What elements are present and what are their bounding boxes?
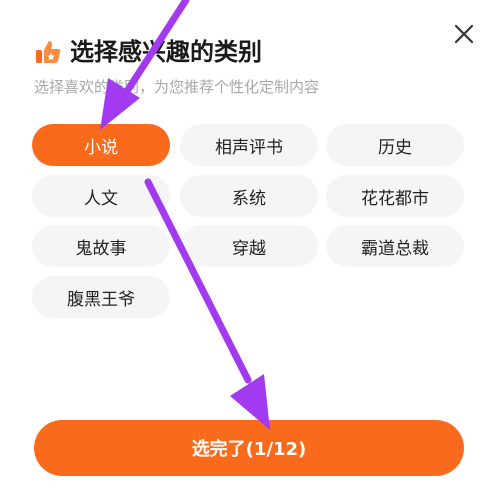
category-chip[interactable]: 历史 (326, 124, 464, 166)
category-dialog: 选择感兴趣的类别 选择喜欢的类别，为您推荐个性化定制内容 小说 相声评书 历史 … (0, 0, 498, 492)
category-chip[interactable]: 穿越 (180, 225, 318, 267)
category-chip[interactable]: 腹黑王爷 (32, 276, 170, 318)
confirm-button[interactable]: 选完了(1/12) (34, 420, 464, 476)
category-chip-grid: 小说 相声评书 历史 人文 系统 花花都市 鬼故事 穿越 霸道总裁 腹黑王爷 (0, 0, 498, 330)
category-chip[interactable]: 人文 (32, 175, 170, 217)
category-chip[interactable]: 鬼故事 (32, 225, 170, 267)
category-chip[interactable]: 花花都市 (326, 175, 464, 217)
category-chip[interactable]: 相声评书 (180, 124, 318, 166)
category-chip-selected[interactable]: 小说 (32, 124, 170, 166)
category-chip[interactable]: 系统 (180, 175, 318, 217)
category-chip[interactable]: 霸道总裁 (326, 225, 464, 267)
